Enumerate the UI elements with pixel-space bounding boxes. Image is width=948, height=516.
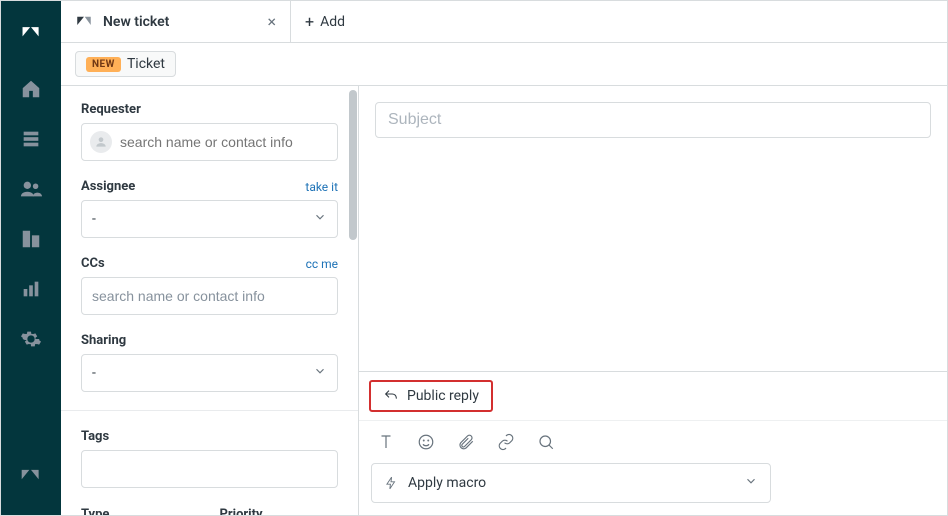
- chevron-down-icon: [313, 210, 327, 228]
- tags-input[interactable]: [81, 450, 338, 488]
- conversation-area: [359, 138, 947, 371]
- nav-home[interactable]: [11, 69, 51, 109]
- sidebar-scrollbar[interactable]: [349, 90, 357, 240]
- search-button[interactable]: [537, 433, 555, 451]
- status-badge: NEW: [86, 57, 121, 72]
- ticket-icon: [75, 13, 93, 31]
- emoji-button[interactable]: [417, 433, 435, 451]
- nav-zendesk-products[interactable]: [11, 455, 51, 495]
- assignee-select[interactable]: -: [81, 200, 338, 238]
- type-label: Type: [81, 507, 109, 515]
- ticket-status-pill[interactable]: NEW Ticket: [75, 51, 176, 77]
- tabstrip: New ticket × + Add: [61, 1, 947, 43]
- reply-icon: [383, 388, 399, 404]
- sharing-value: -: [92, 365, 96, 381]
- ccs-label: CCs: [81, 256, 105, 271]
- reply-mode-bar: Public reply: [359, 371, 947, 421]
- tab-add-button[interactable]: + Add: [291, 1, 359, 42]
- nav-organizations[interactable]: [11, 219, 51, 259]
- user-avatar-placeholder-icon: [90, 131, 112, 153]
- nav-customers[interactable]: [11, 169, 51, 209]
- apply-macro-select[interactable]: Apply macro: [371, 463, 771, 503]
- section-divider: [61, 410, 358, 411]
- nav-rail: [1, 1, 61, 515]
- tab-title: New ticket: [103, 14, 257, 30]
- plus-icon: +: [305, 12, 314, 31]
- reply-mode-selector[interactable]: Public reply: [369, 380, 493, 412]
- text-format-button[interactable]: [377, 433, 395, 451]
- reply-mode-label: Public reply: [407, 388, 479, 404]
- priority-label: Priority: [220, 507, 263, 515]
- ccs-input[interactable]: [81, 277, 338, 315]
- apply-macro-label: Apply macro: [408, 475, 486, 491]
- assignee-label: Assignee: [81, 179, 135, 194]
- ticket-properties-sidebar: Requester Assignee take it: [61, 86, 359, 515]
- editor-toolbar: [359, 421, 947, 463]
- requester-input[interactable]: [120, 134, 329, 150]
- ticket-content: Public reply: [359, 86, 947, 515]
- attachment-button[interactable]: [457, 433, 475, 451]
- page-header: NEW Ticket: [61, 43, 947, 86]
- subject-input[interactable]: [375, 102, 931, 138]
- take-it-link[interactable]: take it: [305, 180, 338, 194]
- chevron-down-icon: [744, 474, 758, 492]
- requester-label: Requester: [81, 102, 141, 117]
- assignee-value: -: [92, 211, 96, 227]
- tab-add-label: Add: [320, 14, 345, 30]
- sharing-select[interactable]: -: [81, 354, 338, 392]
- tab-new-ticket[interactable]: New ticket ×: [61, 1, 291, 42]
- status-text: Ticket: [127, 56, 165, 72]
- sharing-label: Sharing: [81, 333, 126, 348]
- cc-me-link[interactable]: cc me: [306, 257, 338, 271]
- chevron-down-icon: [313, 364, 327, 382]
- nav-reporting[interactable]: [11, 269, 51, 309]
- requester-field[interactable]: [81, 123, 338, 161]
- brand-logo[interactable]: [11, 13, 51, 53]
- tags-label: Tags: [81, 429, 109, 444]
- lightning-icon: [384, 475, 398, 491]
- link-button[interactable]: [497, 433, 515, 451]
- nav-admin[interactable]: [11, 319, 51, 359]
- nav-views[interactable]: [11, 119, 51, 159]
- tab-close-button[interactable]: ×: [267, 12, 276, 31]
